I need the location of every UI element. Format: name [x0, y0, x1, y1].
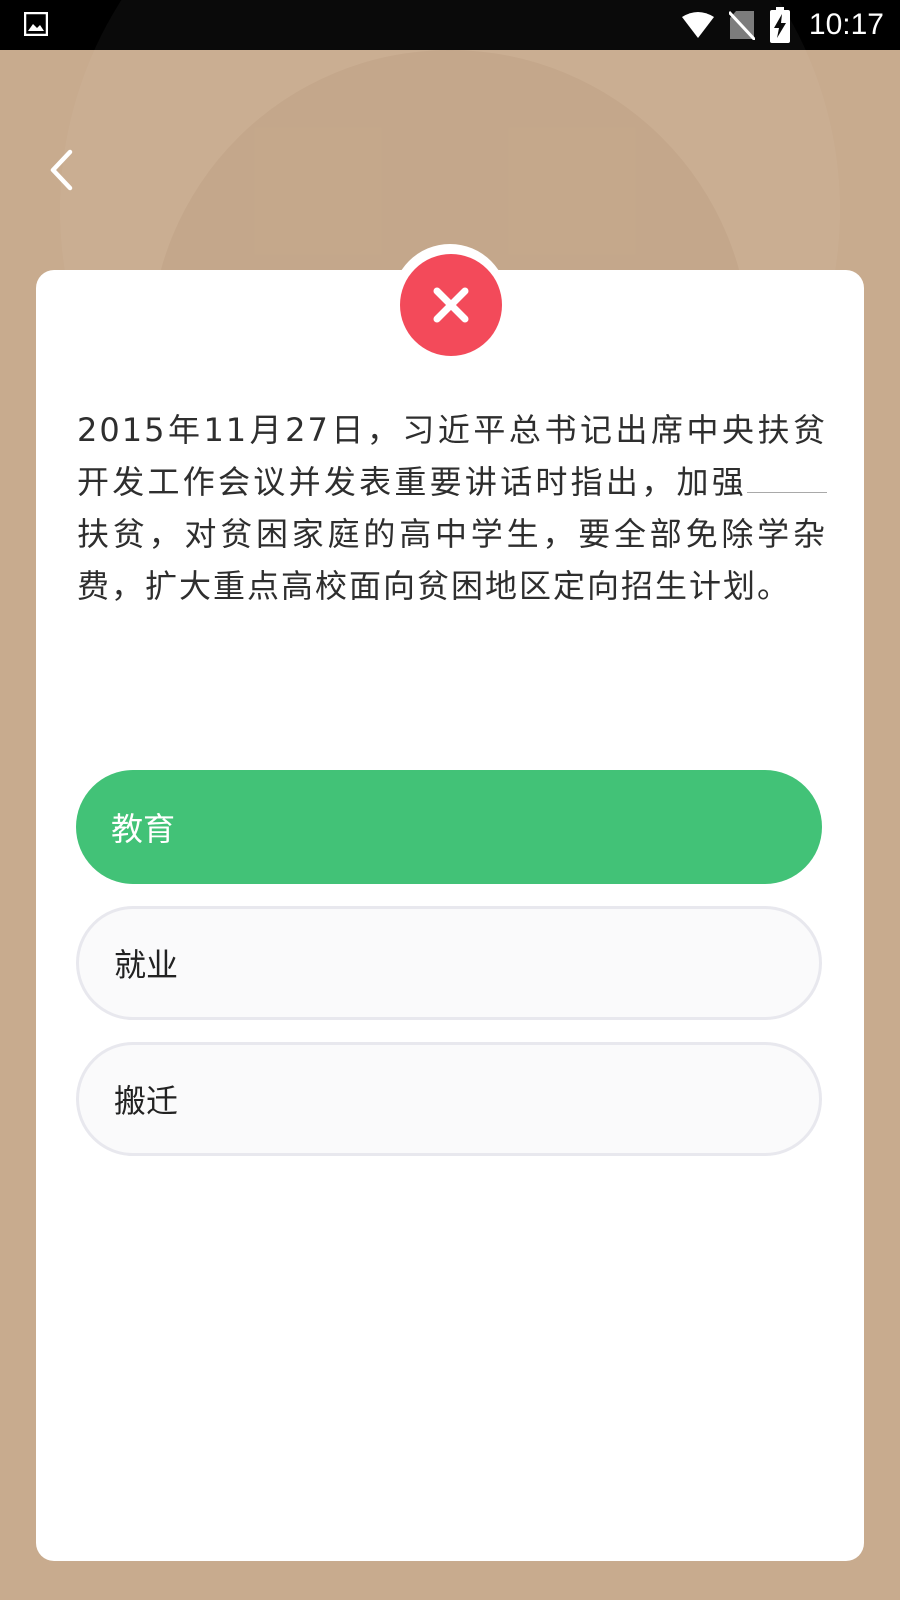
wrong-answer-badge: [400, 254, 502, 356]
question-text-after: 扶贫，对贫困家庭的高中学生，要全部免除学杂费，扩大重点高校面向贫困地区定向招生计…: [77, 515, 827, 605]
option-employment[interactable]: 就业: [76, 906, 822, 1020]
option-label: 搬迁: [114, 1082, 179, 1120]
gallery-icon: [24, 12, 48, 36]
option-relocation[interactable]: 搬迁: [76, 1042, 822, 1156]
clock-time: 10:17: [808, 8, 884, 41]
question-text: 2015年11月27日，习近平总书记出席中央扶贫开发工作会议并发表重要讲话时指出…: [77, 404, 827, 612]
question-text-before: 2015年11月27日，习近平总书记出席中央扶贫开发工作会议并发表重要讲话时指出…: [77, 411, 827, 501]
chevron-left-icon: [50, 149, 73, 191]
option-label: 教育: [111, 810, 176, 848]
back-button[interactable]: [40, 140, 90, 200]
close-icon: [433, 287, 469, 323]
option-label: 就业: [114, 946, 179, 984]
answer-blank: [747, 464, 827, 493]
option-education[interactable]: 教育: [76, 770, 822, 884]
